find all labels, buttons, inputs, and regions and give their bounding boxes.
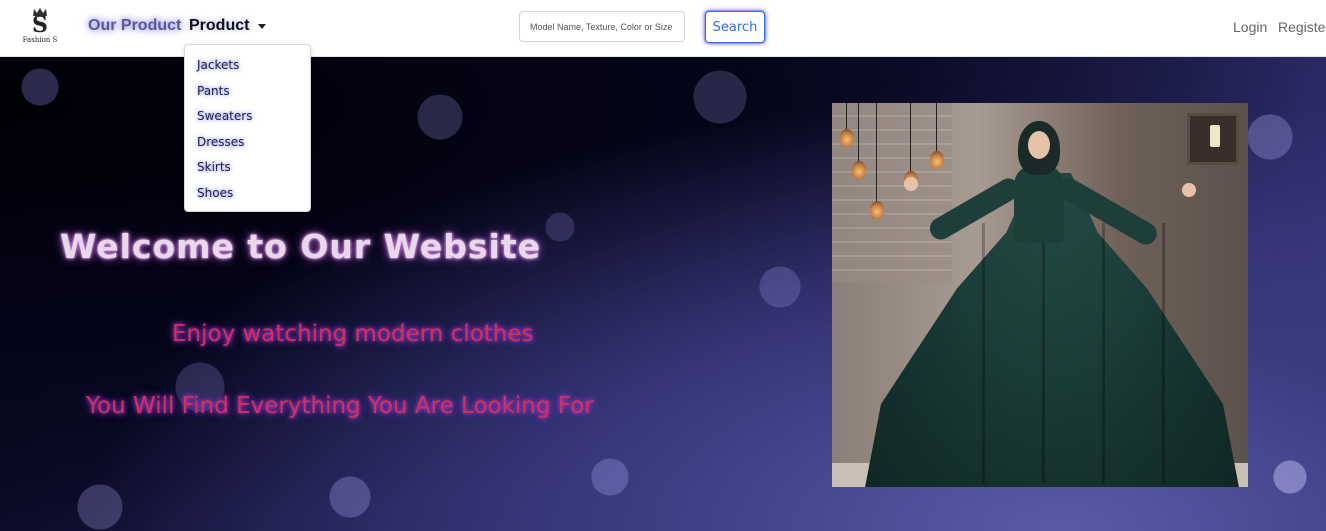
- dropdown-item-jackets[interactable]: Jackets: [185, 53, 310, 79]
- dropdown-item-pants[interactable]: Pants: [185, 79, 310, 105]
- product-dropdown-menu: Jackets Pants Sweaters Dresses Skirts Sh…: [184, 44, 311, 212]
- bulb-icon: [852, 161, 866, 179]
- hero-subtitle-1: Enjoy watching modern clothes: [172, 321, 534, 347]
- brand-logo[interactable]: S Fashion S: [18, 8, 62, 48]
- nav-dropdown-product-label: Product: [189, 17, 250, 34]
- hero-model-image: [832, 103, 1248, 487]
- nav-dropdown-product[interactable]: Product: [189, 17, 267, 35]
- hero-subtitle-2: You Will Find Everything You Are Looking…: [86, 393, 594, 419]
- logo-text: Fashion S: [22, 36, 58, 44]
- candle: [1210, 125, 1220, 147]
- dropdown-item-dresses[interactable]: Dresses: [185, 130, 310, 156]
- register-link[interactable]: Register: [1278, 19, 1326, 35]
- bulb-icon: [870, 201, 884, 219]
- login-link[interactable]: Login: [1233, 19, 1267, 35]
- dropdown-item-sweaters[interactable]: Sweaters: [185, 104, 310, 130]
- model-face: [1028, 131, 1050, 159]
- caret-down-icon: [258, 23, 267, 29]
- bulb-icon: [840, 129, 854, 147]
- model-torso: [1014, 165, 1064, 243]
- bulb-icon: [930, 151, 944, 169]
- dropdown-item-shoes[interactable]: Shoes: [185, 181, 310, 207]
- hero-title: Welcome to Our Website: [60, 227, 541, 266]
- logo-symbol: S: [32, 12, 48, 38]
- dropdown-item-skirts[interactable]: Skirts: [185, 155, 310, 181]
- search-button[interactable]: Search: [705, 11, 765, 43]
- search-input[interactable]: [519, 11, 685, 42]
- nav-link-our-product[interactable]: Our Product: [88, 17, 181, 35]
